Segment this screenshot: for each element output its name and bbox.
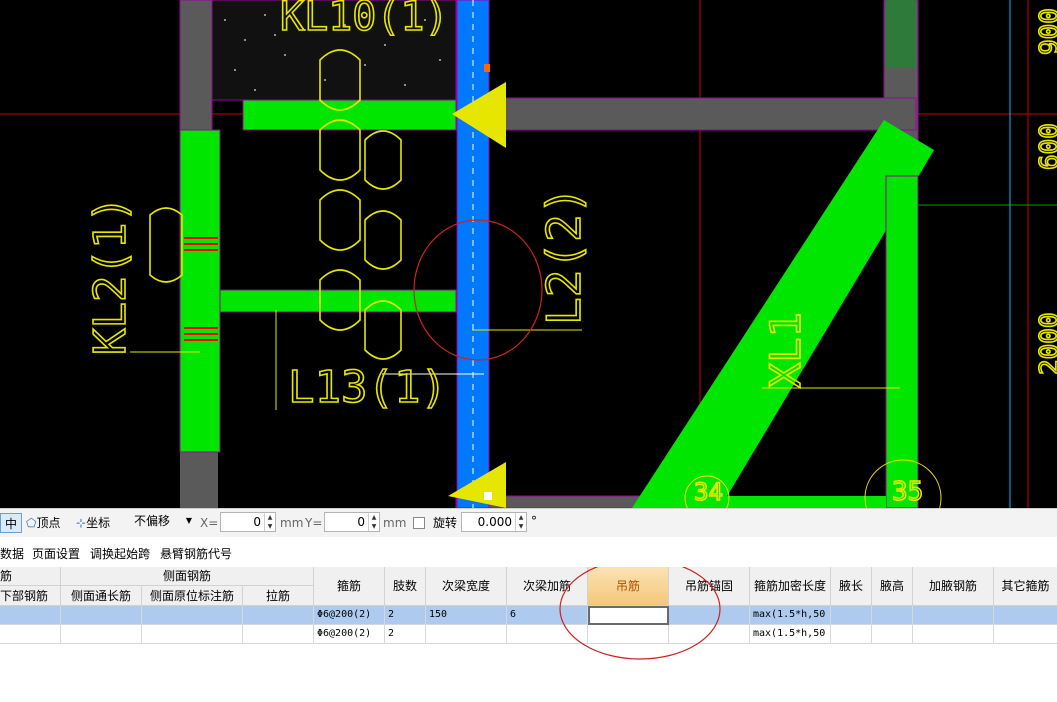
header-haunch-length[interactable]: 腋长 <box>831 567 872 606</box>
cell-hanger-anchor[interactable] <box>669 606 750 625</box>
vertex-snap-button[interactable]: ⬠顶点 <box>26 513 60 533</box>
header-hanger[interactable]: 吊筋 <box>588 567 669 606</box>
label-xl1: XL1 <box>761 312 810 388</box>
beam-kl2 <box>179 129 221 453</box>
cell-legs[interactable]: 2 <box>385 625 426 644</box>
x-spinner-icon[interactable]: ▲ ▼ <box>264 513 275 531</box>
cad-drawing: KL10(1) KL2(1) L13(1) L2(2) XL1 34 35 90… <box>0 0 1057 508</box>
header-other-stirrup[interactable]: 其它箍筋 <box>994 567 1057 606</box>
cell-dense-length[interactable]: max(1.5*h,50 <box>750 606 831 625</box>
x-offset-input[interactable]: 0 ▲ ▼ <box>220 512 276 532</box>
header-side-rebar: 侧面钢筋 <box>61 567 314 586</box>
toolbar-item-swap-span[interactable]: 调换起始跨 <box>90 545 150 562</box>
coordinate-icon: ⊹ <box>76 516 87 530</box>
dim-2000: 2000 <box>1035 312 1057 375</box>
cell-legs[interactable]: 2 <box>385 606 426 625</box>
beam-l13 <box>219 289 457 313</box>
cell-hanger-anchor[interactable] <box>669 625 750 644</box>
header-sub-width[interactable]: 次梁宽度 <box>426 567 507 606</box>
pentagon-icon: ⬠ <box>26 516 37 530</box>
header-legs[interactable]: 肢数 <box>385 567 426 606</box>
table-toolbar: 数据 页面设置 调换起始跨 悬臂钢筋代号 <box>0 537 1057 567</box>
cell-dense-length[interactable]: max(1.5*h,50 <box>750 625 831 644</box>
cell-sub-width[interactable]: 150 <box>426 606 507 625</box>
y-spinner-icon[interactable]: ▲ ▼ <box>368 513 379 531</box>
label-kl10: KL10(1) <box>280 0 449 40</box>
table-row[interactable]: Φ6@200(2) 2 150 6 max(1.5*h,50 <box>0 606 1057 625</box>
cell-sub-add[interactable] <box>507 625 588 644</box>
label-kl2: KL2(1) <box>85 196 136 355</box>
header-dense-length[interactable]: 箍筋加密长度 <box>750 567 831 606</box>
dim-900: 900 <box>1035 8 1057 55</box>
midpoint-snap-button[interactable]: 中点 <box>0 513 22 551</box>
cell-stirrup[interactable]: Φ6@200(2) <box>314 606 385 625</box>
cell-stirrup[interactable]: Φ6@200(2) <box>314 625 385 644</box>
header-side-original[interactable]: 侧面原位标注筋 <box>142 586 243 606</box>
header-bottom-rebar[interactable]: 下部钢筋 <box>0 586 61 606</box>
rotate-spinner-icon[interactable]: ▲ ▼ <box>515 513 526 531</box>
header-haunch-height[interactable]: 腋高 <box>872 567 913 606</box>
cad-drawing-canvas[interactable]: KL10(1) KL2(1) L13(1) L2(2) XL1 34 35 90… <box>0 0 1057 508</box>
rotate-angle-input[interactable]: 0.000 ▲ ▼ <box>461 512 527 532</box>
table-row[interactable]: Φ6@200(2) 2 max(1.5*h,50 <box>0 625 1057 644</box>
label-l13: L13(1) <box>288 362 447 413</box>
rebar-table: 筋 侧面钢筋 下部钢筋 侧面通长筋 侧面原位标注筋 拉筋 箍筋 肢数 次梁宽度 … <box>0 567 1057 702</box>
header-stirrup[interactable]: 箍筋 <box>314 567 385 606</box>
offset-mode-select[interactable]: 不偏移 ▼ <box>134 512 194 532</box>
cell-sub-add[interactable]: 6 <box>507 606 588 625</box>
cell-sub-width[interactable] <box>426 625 507 644</box>
header-haunch-rebar[interactable]: 加腋钢筋 <box>913 567 994 606</box>
header-sub-add[interactable]: 次梁加筋 <box>507 567 588 606</box>
rotate-checkbox[interactable] <box>413 517 425 529</box>
axis-label-34: 34 <box>694 478 723 506</box>
toolbar-item-page-setup[interactable]: 页面设置 <box>32 545 80 562</box>
cell-hanger-active[interactable] <box>588 606 669 625</box>
header-tie-bar[interactable]: 拉筋 <box>243 586 314 606</box>
coord-snap-button[interactable]: ⊹坐标 <box>76 513 110 533</box>
header-hanger-anchor[interactable]: 吊筋锚固 <box>669 567 750 606</box>
dropdown-arrow-icon: ▼ <box>185 516 192 525</box>
dim-600: 600 <box>1035 123 1057 170</box>
cell-hanger[interactable] <box>588 625 669 644</box>
toolbar-item-data[interactable]: 数据 <box>0 545 24 562</box>
snap-toolbar: 中点 ⬠顶点 ⊹坐标 不偏移 ▼ X= 0 ▲▼ mm Y= 0 ▲▼ mm 旋… <box>0 508 1057 551</box>
axis-label-35: 35 <box>892 477 923 507</box>
label-l2: L2(2) <box>537 187 591 325</box>
header-side-continuous[interactable]: 侧面通长筋 <box>61 586 142 606</box>
toolbar-item-cantilever-code[interactable]: 悬臂钢筋代号 <box>160 545 232 562</box>
y-offset-input[interactable]: 0 ▲ ▼ <box>324 512 380 532</box>
